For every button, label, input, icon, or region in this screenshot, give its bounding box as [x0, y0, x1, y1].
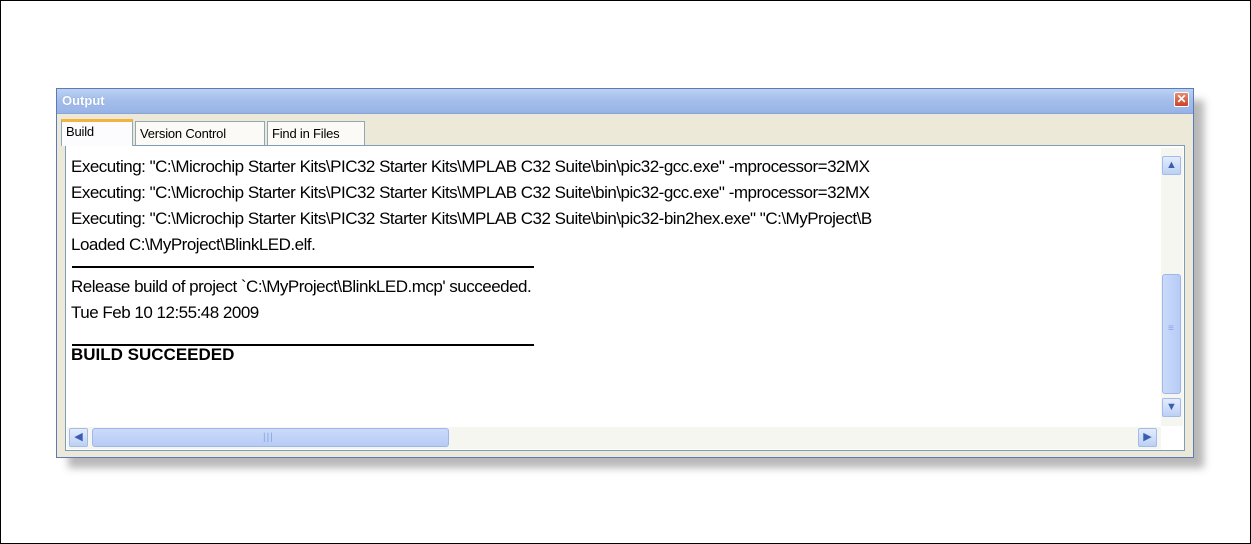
chevron-down-icon: ▼: [1166, 401, 1177, 413]
separator-gap: [71, 326, 1153, 342]
separator-line: [72, 266, 534, 268]
window-title: Output: [62, 93, 105, 108]
chevron-left-icon: ◀: [74, 431, 83, 443]
scroll-left-button[interactable]: ◀: [69, 428, 88, 447]
scroll-up-button[interactable]: ▲: [1162, 156, 1181, 175]
scroll-right-button[interactable]: ▶: [1138, 428, 1157, 447]
tab-version-control[interactable]: Version Control: [135, 121, 265, 145]
horizontal-scrollbar[interactable]: ◀ ||| ▶: [67, 427, 1161, 449]
vertical-scrollbar[interactable]: ▲ ≡ ▼: [1161, 148, 1183, 426]
horizontal-scroll-thumb[interactable]: |||: [92, 428, 449, 447]
chevron-right-icon: ▶: [1143, 431, 1152, 443]
separator-line: [72, 344, 534, 346]
chevron-up-icon: ▲: [1166, 159, 1177, 171]
close-button[interactable]: ✕: [1174, 92, 1189, 107]
title-bar[interactable]: Output ✕: [57, 89, 1193, 114]
output-line: Loaded C:\MyProject\BlinkLED.elf.: [71, 235, 316, 254]
output-line: Executing: "C:\Microchip Starter Kits\PI…: [71, 157, 870, 176]
output-line: Executing: "C:\Microchip Starter Kits\PI…: [71, 209, 872, 228]
output-line: Tue Feb 10 12:55:48 2009: [71, 303, 259, 322]
scroll-down-button[interactable]: ▼: [1162, 398, 1181, 417]
grip-icon: ≡: [1168, 323, 1174, 334]
vertical-scroll-thumb[interactable]: ≡: [1162, 274, 1181, 394]
output-text: Executing: "C:\Microchip Starter Kits\PI…: [71, 154, 1153, 368]
tab-find-in-files[interactable]: Find in Files: [267, 121, 365, 145]
grip-icon: |||: [263, 432, 274, 443]
tab-build[interactable]: Build: [61, 119, 133, 146]
output-line: Executing: "C:\Microchip Starter Kits\PI…: [71, 183, 870, 202]
close-icon: ✕: [1176, 92, 1187, 106]
output-pane[interactable]: Executing: "C:\Microchip Starter Kits\PI…: [65, 145, 1185, 451]
output-line: Release build of project `C:\MyProject\B…: [71, 277, 532, 296]
output-window: Output ✕ Build Version Control Find in F…: [56, 88, 1194, 458]
